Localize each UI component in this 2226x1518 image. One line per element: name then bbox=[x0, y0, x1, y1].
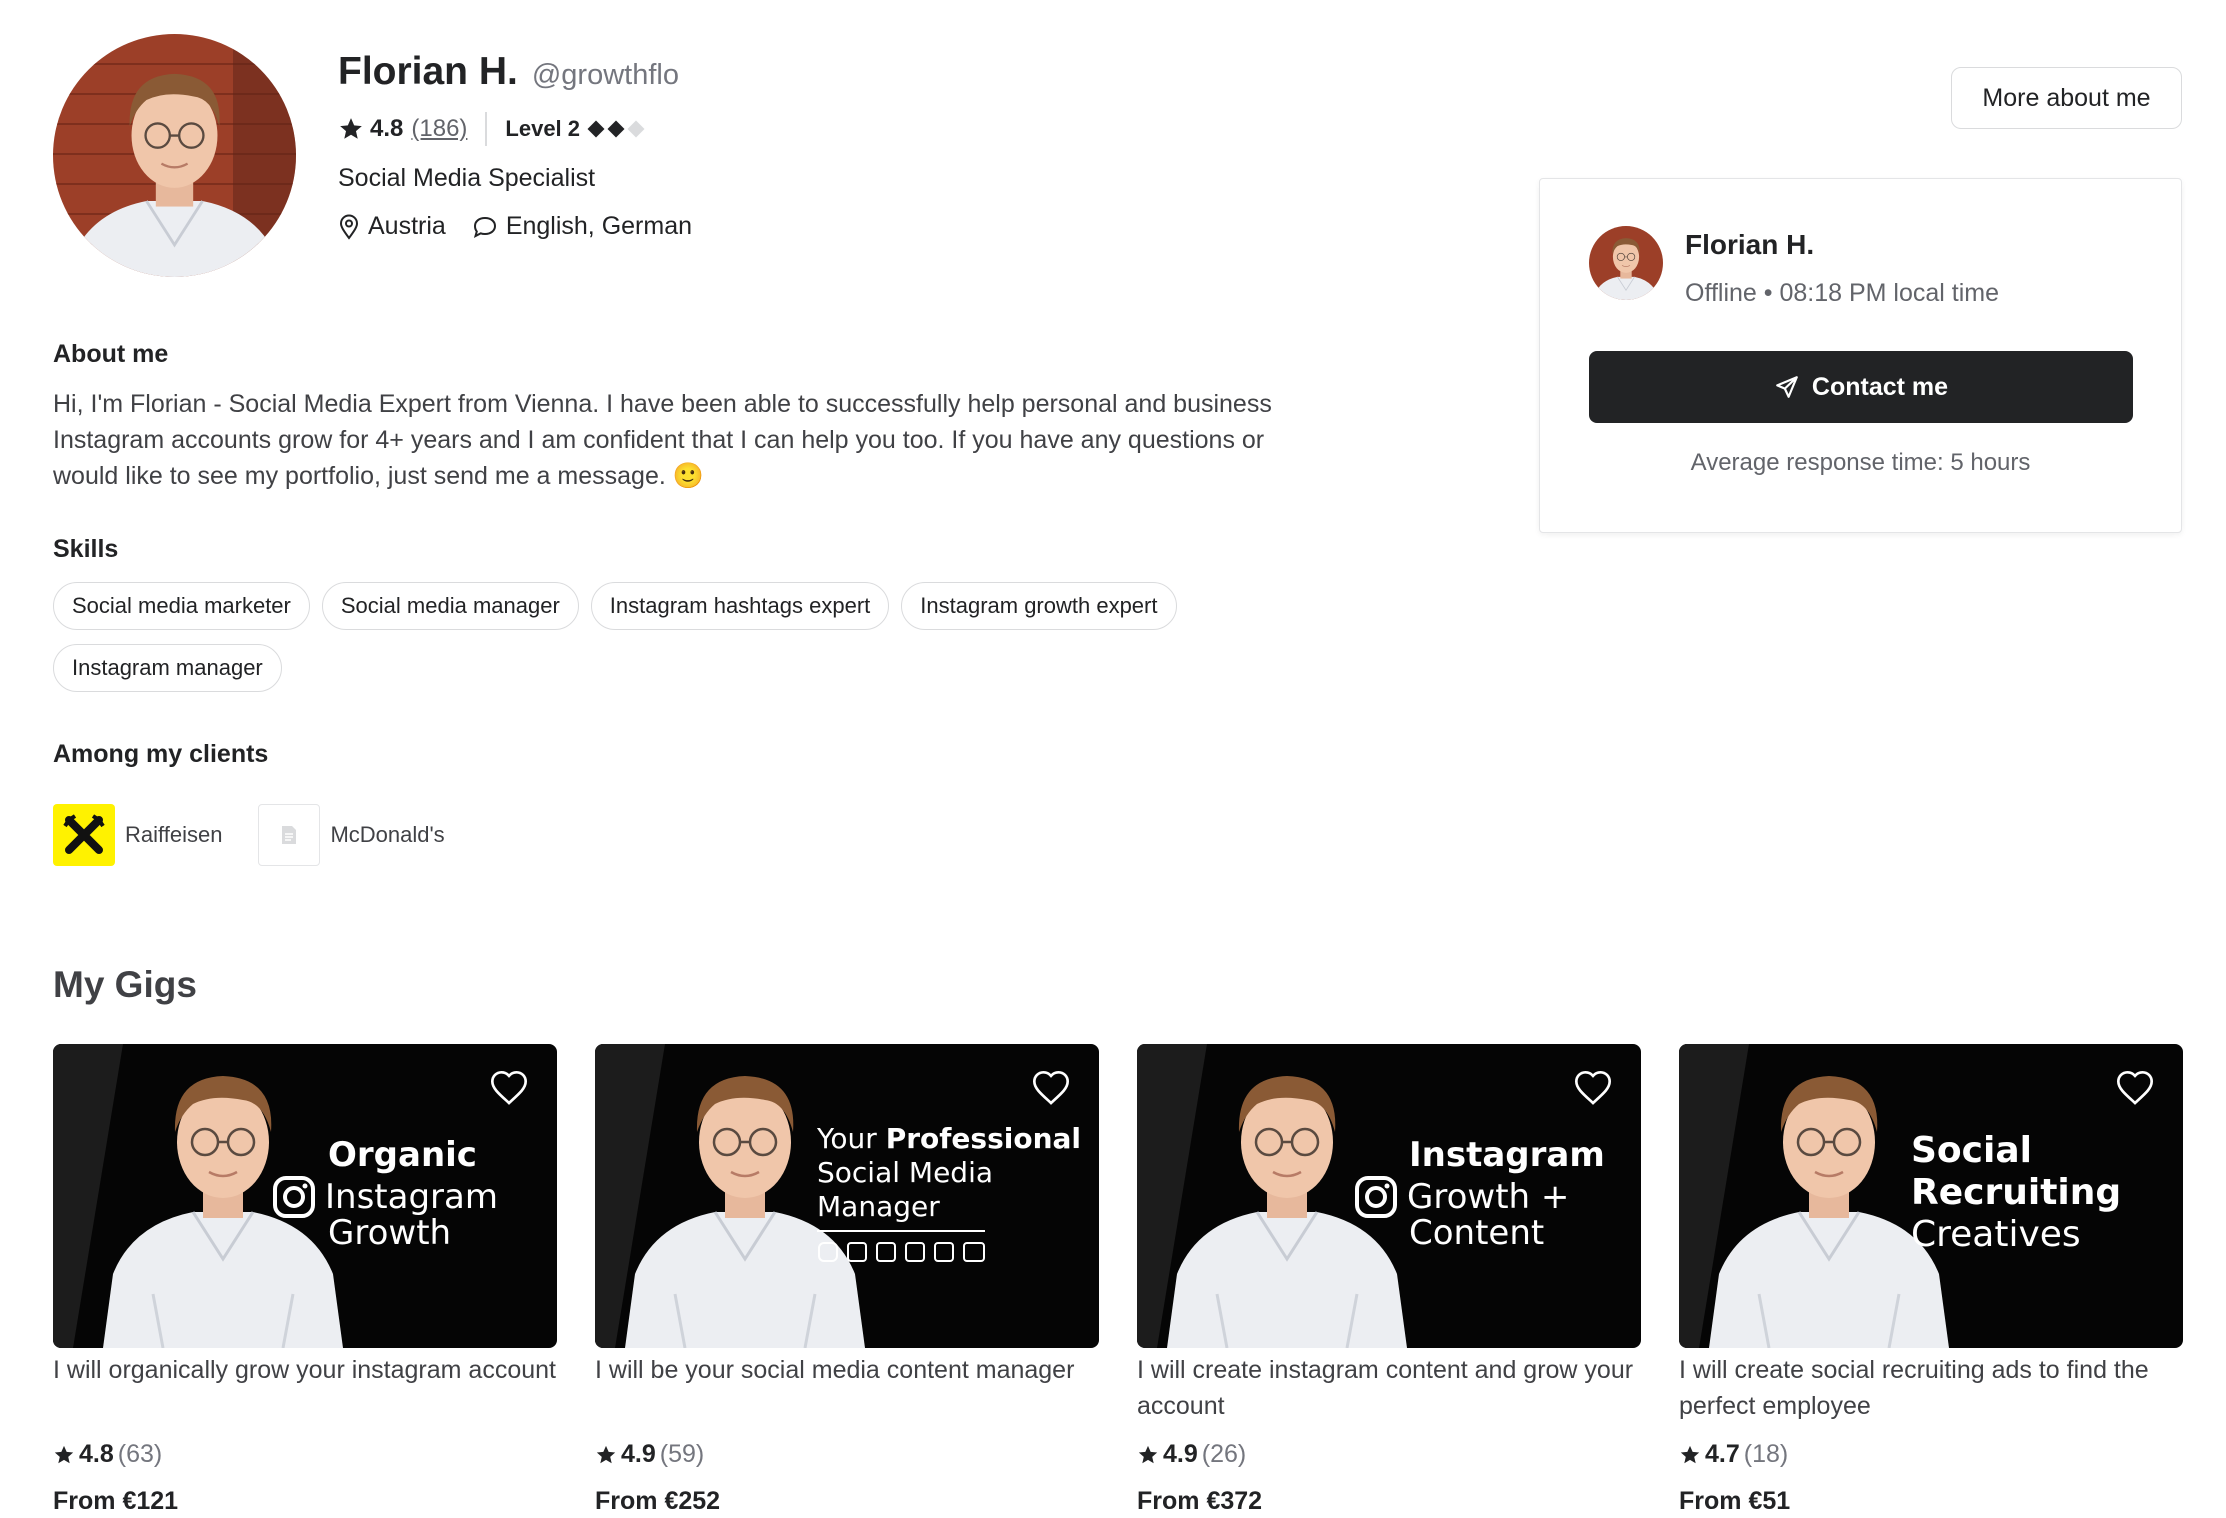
gig-price: From €372 bbox=[1137, 1487, 1263, 1515]
gig-price: From €252 bbox=[595, 1487, 721, 1515]
skill-chip[interactable]: Instagram manager bbox=[53, 644, 282, 692]
star-icon bbox=[1679, 1444, 1701, 1466]
location-pin-icon bbox=[339, 214, 359, 240]
skill-chip[interactable]: Instagram growth expert bbox=[901, 582, 1177, 630]
profile-name: Florian H. bbox=[338, 50, 518, 93]
gig-review-count: (59) bbox=[659, 1440, 705, 1468]
gigs-heading: My Gigs bbox=[53, 964, 197, 1005]
gig-image-line: Professional bbox=[885, 1122, 1082, 1155]
gig-price: From €121 bbox=[53, 1487, 179, 1515]
heart-icon[interactable] bbox=[489, 1068, 529, 1108]
social-icons bbox=[818, 1242, 985, 1262]
gig-image-line: Growth + bbox=[1407, 1177, 1570, 1217]
contact-avatar bbox=[1589, 226, 1663, 300]
gig-rating: 4.8 (63) bbox=[53, 1440, 557, 1469]
client-name: McDonald's bbox=[330, 822, 445, 847]
gig-thumbnail[interactable]: Your Professional Social Media Manager bbox=[595, 1044, 1099, 1348]
gig-rating-value: 4.7 bbox=[1705, 1440, 1740, 1468]
gig-title[interactable]: I will organically grow your instagram a… bbox=[53, 1352, 557, 1426]
level-diamond-icon bbox=[587, 120, 605, 138]
heart-icon[interactable] bbox=[2115, 1068, 2155, 1108]
gig-image-line: Social bbox=[1911, 1130, 2032, 1171]
gig-card[interactable]: Your Professional Social Media Manager I… bbox=[595, 1044, 1099, 1516]
gig-thumbnail[interactable]: Instagram Growth + Content bbox=[1137, 1044, 1641, 1348]
skills-list: Social media marketer Social media manag… bbox=[53, 582, 1283, 692]
gig-image-line: Your bbox=[817, 1122, 877, 1155]
client-item: McDonald's bbox=[258, 804, 445, 866]
gig-title[interactable]: I will create instagram content and grow… bbox=[1137, 1352, 1641, 1426]
profile-handle: @growthflo bbox=[531, 59, 679, 91]
gig-rating: 4.7 (18) bbox=[1679, 1440, 2183, 1469]
divider bbox=[485, 112, 488, 146]
skill-chip[interactable]: Social media marketer bbox=[53, 582, 310, 630]
about-text: Hi, I'm Florian - Social Media Expert fr… bbox=[53, 390, 1272, 490]
document-icon bbox=[258, 804, 321, 866]
gig-card[interactable]: Organic Instagram Growth I will organica… bbox=[53, 1044, 557, 1516]
gig-image-line: Organic bbox=[328, 1135, 477, 1175]
skill-chip[interactable]: Social media manager bbox=[321, 582, 579, 630]
gig-title[interactable]: I will create social recruiting ads to f… bbox=[1679, 1352, 2183, 1426]
send-icon bbox=[1776, 376, 1798, 398]
gig-review-count: (18) bbox=[1743, 1440, 1789, 1468]
gig-image-line: Manager bbox=[817, 1190, 940, 1223]
star-icon bbox=[338, 116, 364, 142]
raiffeisen-logo bbox=[53, 804, 115, 866]
gig-image-row: Your Professional bbox=[817, 1122, 1081, 1156]
level-diamond-icon bbox=[607, 120, 625, 138]
gig-image-line: Instagram bbox=[1409, 1135, 1605, 1175]
instagram-icon bbox=[273, 1176, 315, 1218]
contact-name: Florian H. bbox=[1685, 229, 1815, 260]
gig-rating-value: 4.9 bbox=[621, 1440, 656, 1468]
star-icon bbox=[53, 1444, 75, 1466]
gig-image-line: Creatives bbox=[1911, 1214, 2081, 1255]
heart-icon[interactable] bbox=[1573, 1068, 1613, 1108]
more-about-me-button[interactable]: More about me bbox=[1951, 67, 2182, 129]
profile-avatar bbox=[53, 34, 296, 277]
seller-level-label: Level 2 bbox=[505, 116, 581, 141]
gig-image-line: Recruiting bbox=[1911, 1172, 2122, 1213]
contact-me-label: Contact me bbox=[1811, 372, 1949, 401]
level-diamond-icon bbox=[627, 120, 645, 138]
about-heading: About me bbox=[53, 340, 169, 368]
gig-rating: 4.9 (26) bbox=[1137, 1440, 1641, 1469]
review-count-link[interactable]: (186) bbox=[411, 115, 467, 143]
gig-image-line: Content bbox=[1409, 1213, 1545, 1253]
star-icon bbox=[595, 1444, 617, 1466]
skills-heading: Skills bbox=[53, 535, 119, 563]
gig-image-line: Growth bbox=[328, 1213, 452, 1253]
gig-card[interactable]: Instagram Growth + Content I will create… bbox=[1137, 1044, 1641, 1516]
gig-rating-value: 4.9 bbox=[1163, 1440, 1198, 1468]
client-item: Raiffeisen bbox=[53, 804, 222, 866]
seller-level: Level 2 bbox=[505, 116, 645, 142]
gig-image-line: Social Media bbox=[817, 1156, 994, 1189]
contact-me-button[interactable]: Contact me bbox=[1589, 351, 2133, 423]
gig-review-count: (63) bbox=[117, 1440, 163, 1468]
profile-languages: English, German bbox=[505, 212, 693, 240]
gig-review-count: (26) bbox=[1201, 1440, 1247, 1468]
skill-chip[interactable]: Instagram hashtags expert bbox=[590, 582, 890, 630]
rating-value: 4.8 bbox=[370, 115, 404, 142]
gig-image-line: Instagram bbox=[325, 1177, 498, 1217]
chat-bubble-icon bbox=[473, 216, 496, 238]
clients-list: Raiffeisen McDonald's bbox=[53, 804, 481, 866]
online-status: Offline • 08:18 PM local time bbox=[1685, 279, 1999, 307]
clients-heading: Among my clients bbox=[53, 740, 269, 768]
profile-location: Austria bbox=[368, 212, 446, 240]
gig-rating-value: 4.8 bbox=[79, 1440, 114, 1468]
heart-icon[interactable] bbox=[1031, 1068, 1071, 1108]
rating-row: 4.8 (186) Level 2 bbox=[338, 112, 645, 146]
profile-title: Social Media Specialist bbox=[338, 164, 596, 192]
gig-title[interactable]: I will be your social media content mana… bbox=[595, 1352, 1099, 1426]
contact-card: Florian H. Offline • 08:18 PM local time… bbox=[1539, 178, 2182, 533]
response-time: Average response time: 5 hours bbox=[1690, 449, 2031, 476]
gig-price: From €51 bbox=[1679, 1487, 1791, 1515]
client-name: Raiffeisen bbox=[125, 822, 223, 847]
gig-rating: 4.9 (59) bbox=[595, 1440, 1099, 1469]
gig-thumbnail[interactable]: Organic Instagram Growth bbox=[53, 1044, 557, 1348]
gig-card[interactable]: Social Recruiting Creatives I will creat… bbox=[1679, 1044, 2183, 1516]
instagram-icon bbox=[1355, 1176, 1397, 1218]
gig-thumbnail[interactable]: Social Recruiting Creatives bbox=[1679, 1044, 2183, 1348]
star-icon bbox=[1137, 1444, 1159, 1466]
